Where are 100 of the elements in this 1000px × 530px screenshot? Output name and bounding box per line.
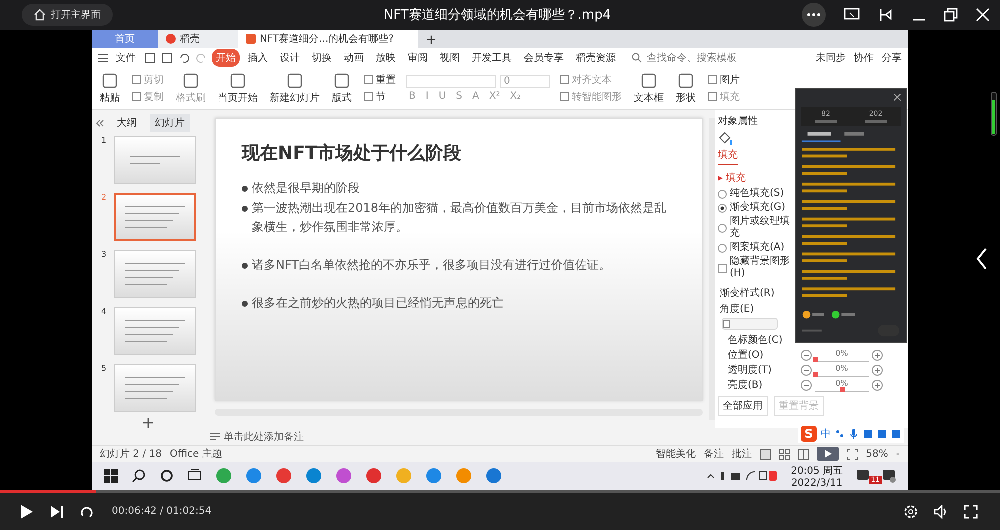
toolbar-link[interactable]: 未同步: [816, 51, 846, 65]
zoom-level[interactable]: 58%: [866, 448, 888, 460]
minus-icon[interactable]: [801, 380, 812, 390]
grid-icon[interactable]: [891, 429, 901, 439]
minus-icon[interactable]: [801, 350, 812, 360]
fit-icon[interactable]: [847, 448, 858, 460]
shirt-icon[interactable]: [877, 429, 887, 439]
radio-button[interactable]: [718, 204, 727, 212]
tray-icons-drawing[interactable]: [707, 470, 778, 482]
slide-thumbnail[interactable]: [114, 250, 196, 298]
home-button[interactable]: 打开主界面: [22, 4, 113, 26]
undo-icon[interactable]: [179, 52, 190, 64]
fullscreen-icon[interactable]: [964, 504, 978, 518]
add-tab-button[interactable]: +: [418, 33, 445, 48]
more-icon[interactable]: [802, 3, 826, 27]
search-icon[interactable]: [132, 469, 146, 483]
slide-thumbnail[interactable]: [114, 307, 196, 355]
play-button-icon[interactable]: [817, 447, 840, 461]
menu-tab[interactable]: 开始: [212, 49, 240, 67]
menu-tab[interactable]: 插入: [244, 49, 272, 67]
toolbar-link[interactable]: 分享: [882, 51, 902, 65]
slider-thumb[interactable]: [813, 372, 818, 376]
keyboard-icon[interactable]: [863, 429, 873, 439]
menu-tab[interactable]: 视图: [436, 49, 464, 67]
fill-tab[interactable]: 填充: [718, 148, 738, 165]
ribbon-button[interactable]: 新建幻灯片: [268, 72, 322, 104]
ribbon-button[interactable]: 文本框: [632, 72, 666, 104]
print-icon[interactable]: [162, 52, 173, 64]
app-circle-icon[interactable]: [276, 468, 292, 484]
windows-logo-icon[interactable]: [104, 469, 118, 483]
font-name-field[interactable]: [406, 75, 496, 88]
menu-tab[interactable]: 设计: [276, 49, 304, 67]
panel-button[interactable]: 全部应用: [718, 396, 768, 416]
status-button[interactable]: 批注: [732, 447, 752, 461]
app-circle-icon[interactable]: [216, 468, 232, 484]
restore-icon[interactable]: [944, 8, 958, 22]
panel-tab[interactable]: 幻灯片: [150, 114, 190, 132]
status-button[interactable]: 备注: [704, 447, 724, 461]
menu-tab[interactable]: 放映: [372, 49, 400, 67]
radio-button[interactable]: [718, 244, 727, 252]
loop-icon[interactable]: [80, 504, 96, 518]
menu-tab[interactable]: 会员专享: [520, 49, 568, 67]
menu-tab[interactable]: 开发工具: [468, 49, 516, 67]
input-method-bar[interactable]: S 中: [798, 425, 904, 443]
add-slide-button[interactable]: +: [142, 413, 156, 432]
double-chevron-left-icon[interactable]: [96, 120, 104, 126]
menu-tab[interactable]: 审阅: [404, 49, 432, 67]
ribbon-button[interactable]: 粘贴: [98, 72, 122, 104]
grid-view-icon[interactable]: [779, 448, 790, 460]
chat-app-icon[interactable]: [857, 469, 872, 483]
panel-tab[interactable]: 大纲: [112, 114, 142, 132]
app-circle-icon[interactable]: [426, 468, 442, 484]
menu-tab[interactable]: 稻壳资源: [572, 49, 620, 67]
app-circle-icon[interactable]: [306, 468, 322, 484]
ribbon-button[interactable]: 重置: [362, 73, 398, 87]
slider-track[interactable]: [815, 388, 869, 392]
document-tab[interactable]: 稻壳: [158, 30, 238, 48]
normal-view-icon[interactable]: [760, 448, 772, 460]
checkbox[interactable]: [718, 264, 727, 272]
notification-icon[interactable]: [882, 469, 896, 483]
microphone-icon[interactable]: [849, 429, 859, 439]
slide-thumbnail[interactable]: [114, 136, 196, 184]
input-mode-button[interactable]: 中: [821, 427, 831, 441]
toolbar-link[interactable]: 协作: [854, 51, 874, 65]
slider-thumb[interactable]: [840, 386, 845, 392]
volume-icon[interactable]: [934, 504, 948, 518]
slide-thumbnail[interactable]: [114, 193, 196, 241]
menu-tab[interactable]: 切换: [308, 49, 336, 67]
app-circle-icon[interactable]: [486, 468, 502, 484]
plus-icon[interactable]: [872, 380, 883, 390]
close-icon[interactable]: [894, 94, 901, 101]
radio-button[interactable]: [718, 190, 727, 198]
search-field[interactable]: 查找命令、搜索模板: [632, 52, 749, 64]
menu-tab[interactable]: 动画: [340, 49, 368, 67]
panel-title[interactable]: 对象属性: [718, 114, 758, 128]
ribbon-button[interactable]: 版式: [330, 72, 354, 104]
minus-icon[interactable]: [801, 364, 812, 376]
ribbon-button[interactable]: 形状: [674, 72, 698, 104]
chevron-left-icon[interactable]: [976, 248, 988, 270]
book-icon[interactable]: [798, 448, 810, 460]
zoom-out-button[interactable]: -: [896, 448, 900, 460]
file-menu[interactable]: 文件: [112, 51, 140, 65]
radio-button[interactable]: [718, 224, 727, 232]
play-icon[interactable]: [20, 504, 34, 520]
plus-icon[interactable]: [872, 350, 883, 360]
plus-icon[interactable]: [872, 364, 883, 376]
ribbon-button[interactable]: 图片: [706, 73, 742, 87]
angle-slider[interactable]: [722, 318, 778, 330]
app-circle-icon[interactable]: [336, 468, 352, 484]
task-view-icon[interactable]: [188, 469, 202, 483]
slider-track[interactable]: [815, 358, 869, 362]
ribbon-button[interactable]: 当页开始: [216, 72, 260, 104]
status-button[interactable]: 智能美化: [656, 447, 696, 461]
notes-field[interactable]: 单击此处添加备注: [224, 430, 304, 444]
slide-thumbnail[interactable]: [114, 364, 196, 412]
slider-track[interactable]: [815, 372, 869, 376]
settings-icon[interactable]: [904, 504, 918, 518]
ribbon-button[interactable]: 节: [362, 90, 398, 104]
app-circle-icon[interactable]: [366, 468, 382, 484]
document-tab[interactable]: NFT赛道细分...的机会有哪些?: [238, 30, 418, 48]
